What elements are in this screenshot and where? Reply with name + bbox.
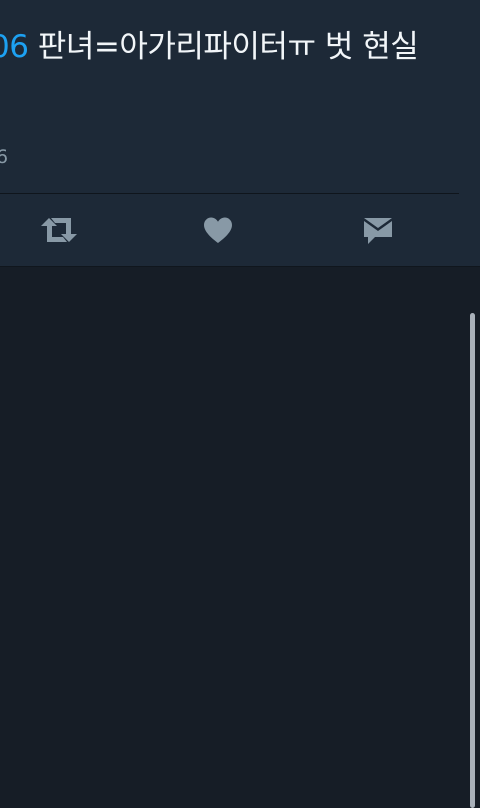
- tweet-text: 06 판녀=아가리파이터ㅠ 벗 현실: [0, 27, 419, 67]
- direct-message-button[interactable]: [358, 210, 398, 250]
- tweet-actions: [0, 194, 480, 266]
- retweet-button[interactable]: [39, 210, 79, 250]
- tweet-card[interactable]: 06 판녀=아가리파이터ㅠ 벗 현실 6: [0, 0, 480, 267]
- like-button[interactable]: [198, 210, 238, 250]
- screen: 06 판녀=아가리파이터ㅠ 벗 현실 6: [0, 0, 480, 808]
- tweet-mention[interactable]: 06: [0, 29, 29, 65]
- scrollbar[interactable]: [470, 313, 475, 808]
- direct-message-icon: [362, 215, 394, 245]
- retweet-icon: [40, 215, 78, 245]
- tweet-meta: 6: [0, 146, 9, 168]
- heart-icon: [203, 216, 233, 244]
- tweet-body: 판녀=아가리파이터ㅠ 벗 현실: [28, 29, 419, 65]
